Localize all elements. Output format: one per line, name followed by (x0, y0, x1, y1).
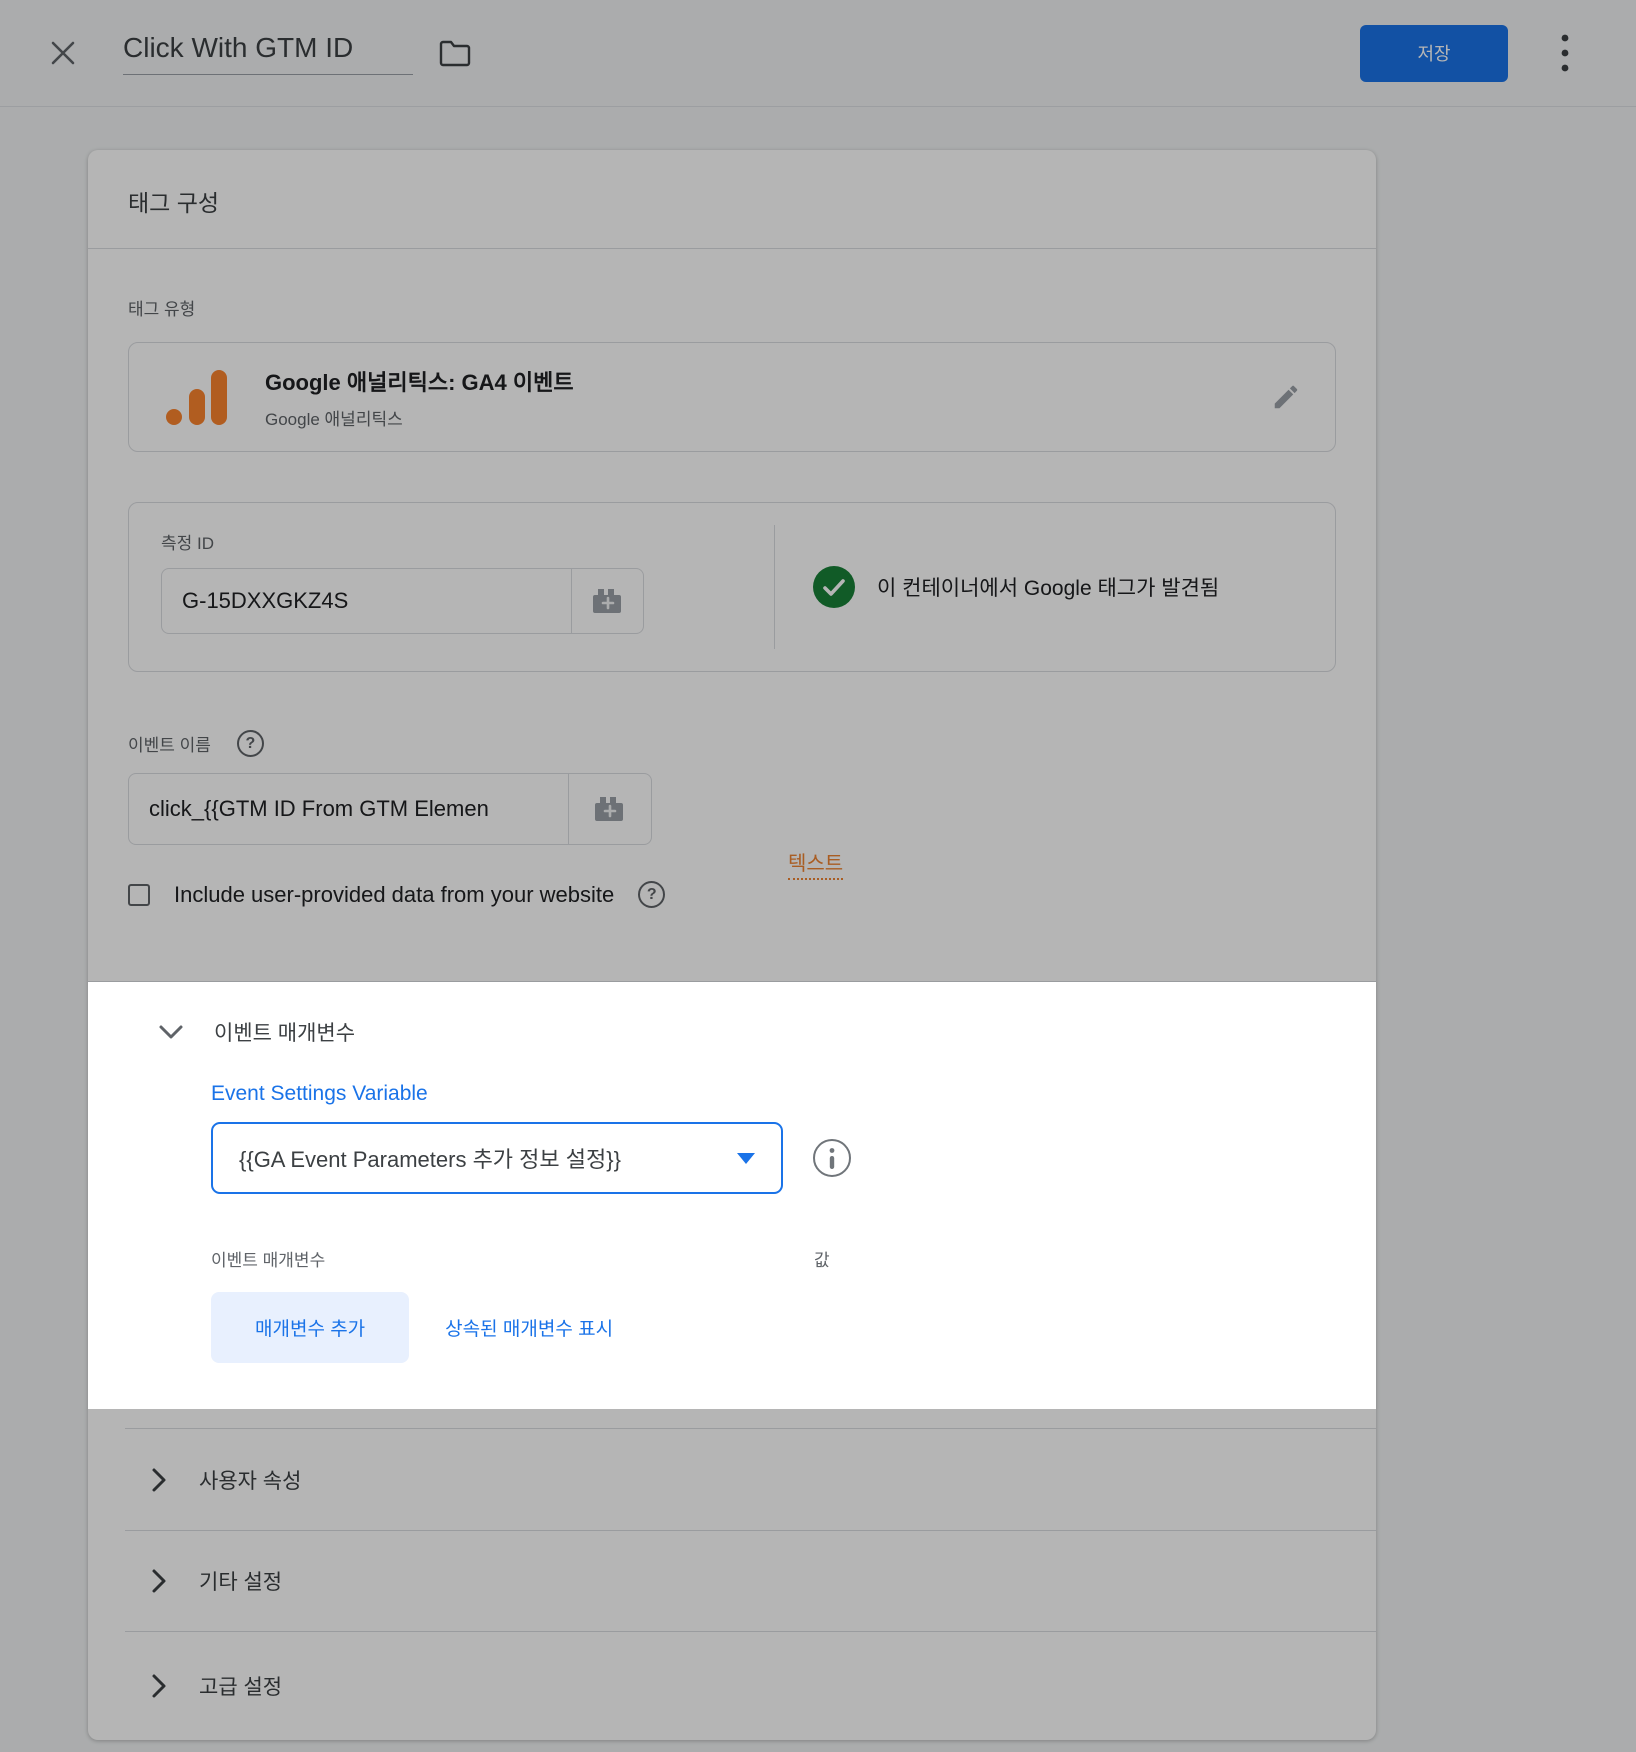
section-other-settings[interactable]: 기타 설정 (125, 1530, 1376, 1631)
topbar: Click With GTM ID 저장 (0, 0, 1636, 107)
dropdown-arrow-icon (737, 1153, 755, 1164)
esv-info-button[interactable] (813, 1139, 851, 1177)
chevron-right-icon (151, 1673, 167, 1699)
user-data-checkbox[interactable] (128, 884, 150, 906)
section-label: 기타 설정 (199, 1566, 282, 1596)
esv-dropdown-row: {{GA Event Parameters 추가 정보 설정}} (211, 1122, 1336, 1194)
section-label: 사용자 속성 (199, 1465, 301, 1495)
event-parameters-toggle[interactable]: 이벤트 매개변수 (128, 1004, 1336, 1060)
folder-icon (438, 38, 472, 68)
event-name-help-icon[interactable]: ? (237, 730, 264, 757)
tag-type-name: Google 애널리틱스: GA4 이벤트 (265, 365, 1271, 397)
save-button[interactable]: 저장 (1360, 25, 1508, 82)
tag-config-body: 태그 유형 Google 애널리틱스: GA4 이벤트 Google 애널리틱스… (88, 249, 1376, 982)
section-user-properties[interactable]: 사용자 속성 (125, 1428, 1376, 1529)
close-icon (48, 38, 78, 68)
more-options-button[interactable] (1550, 30, 1580, 76)
section-advanced-settings[interactable]: 고급 설정 (125, 1631, 1376, 1740)
info-icon (823, 1147, 841, 1169)
chevron-down-icon (158, 1024, 184, 1040)
measurement-id-label: 측정 ID (161, 529, 774, 554)
esv-dropdown[interactable]: {{GA Event Parameters 추가 정보 설정}} (211, 1122, 783, 1194)
param-column-label: 이벤트 매개변수 (211, 1251, 325, 1270)
event-name-label: 이벤트 이름 (128, 731, 211, 756)
add-parameter-button[interactable]: 매개변수 추가 (211, 1292, 409, 1363)
event-name-input[interactable]: click_{{GTM ID From GTM Elemen (129, 774, 568, 844)
value-column-label: 값 (814, 1246, 830, 1271)
close-button[interactable] (45, 35, 81, 71)
google-tag-status: 이 컨테이너에서 Google 태그가 발견됨 (774, 525, 1335, 649)
edit-pencil-icon[interactable] (1271, 382, 1301, 412)
measurement-id-variable-button[interactable] (571, 569, 643, 633)
event-name-input-group: click_{{GTM ID From GTM Elemen (128, 773, 652, 845)
event-settings-variable-label: Event Settings Variable (211, 1082, 1336, 1106)
variable-brick-icon (591, 793, 629, 825)
user-data-checkbox-row: Include user-provided data from your web… (128, 881, 1336, 908)
card-title: 태그 구성 (128, 184, 1336, 218)
text-annotation-link[interactable]: 텍스트 (788, 847, 843, 880)
chevron-right-icon (151, 1467, 167, 1493)
tag-type-text: Google 애널리틱스: GA4 이벤트 Google 애널리틱스 (265, 365, 1271, 430)
measurement-id-left: 측정 ID G-15DXXGKZ4S (129, 503, 774, 671)
user-data-help-icon[interactable]: ? (638, 881, 665, 908)
tag-configuration-card: 태그 구성 태그 유형 Google 애널리틱스: GA4 이벤트 Google… (88, 150, 1376, 1740)
user-data-checkbox-label: Include user-provided data from your web… (174, 882, 614, 908)
google-tag-found-text: 이 컨테이너에서 Google 태그가 발견됨 (877, 572, 1219, 602)
tag-type-vendor: Google 애널리틱스 (265, 405, 1271, 430)
ga4-analytics-icon (163, 368, 229, 426)
event-parameters-section: 이벤트 매개변수 Event Settings Variable {{GA Ev… (88, 982, 1376, 1409)
event-parameters-content: Event Settings Variable {{GA Event Param… (211, 1082, 1336, 1363)
section-label: 고급 설정 (199, 1671, 282, 1701)
card-header: 태그 구성 (88, 150, 1376, 249)
section-gap (88, 1409, 1376, 1428)
tag-type-label: 태그 유형 (128, 295, 1336, 320)
tag-type-box[interactable]: Google 애널리틱스: GA4 이벤트 Google 애널리틱스 (128, 342, 1336, 452)
param-table-header: 이벤트 매개변수 값 (211, 1246, 1336, 1270)
tag-title-input[interactable]: Click With GTM ID (123, 32, 413, 75)
show-inherited-params-link[interactable]: 상속된 매개변수 표시 (445, 1314, 613, 1341)
event-name-label-row: 이벤트 이름 ? (128, 730, 1336, 757)
event-parameters-title: 이벤트 매개변수 (214, 1017, 355, 1047)
chevron-right-icon (151, 1568, 167, 1594)
measurement-id-input[interactable]: G-15DXXGKZ4S (162, 569, 571, 633)
event-name-wrap: click_{{GTM ID From GTM Elemen 텍스트 (128, 773, 1336, 845)
event-name-variable-button[interactable] (568, 774, 651, 844)
variable-brick-icon (589, 585, 627, 617)
measurement-id-input-group: G-15DXXGKZ4S (161, 568, 644, 634)
esv-selected-value: {{GA Event Parameters 추가 정보 설정}} (239, 1142, 737, 1174)
param-actions-row: 매개변수 추가 상속된 매개변수 표시 (211, 1292, 1336, 1363)
check-circle-icon (813, 566, 855, 608)
kebab-menu-icon (1561, 33, 1569, 73)
folder-button[interactable] (437, 35, 473, 71)
measurement-id-box: 측정 ID G-15DXXGKZ4S 이 컨테이너에서 Goog (128, 502, 1336, 672)
